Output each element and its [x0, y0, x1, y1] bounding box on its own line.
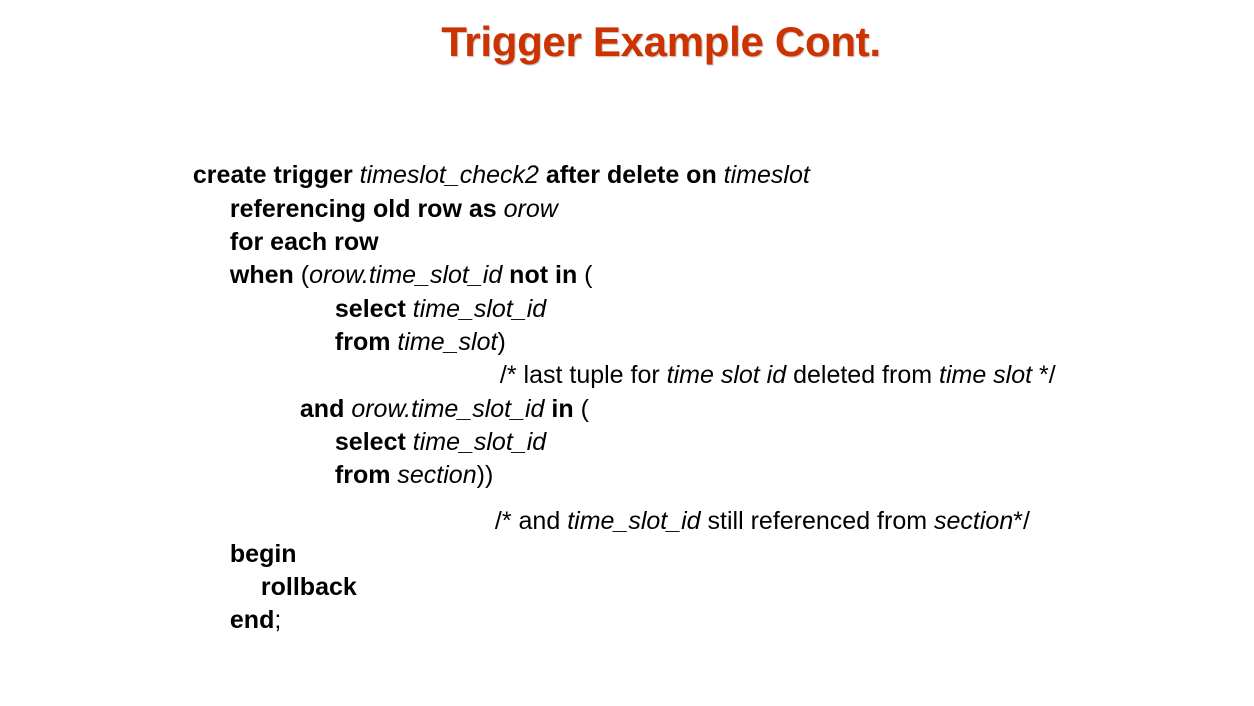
punctuation: ( [580, 395, 589, 423]
code-line-create-trigger: create trigger timeslot_check2 after del… [179, 127, 810, 189]
comment-text: still referenced from [700, 507, 935, 535]
keyword: from [334, 461, 398, 489]
identifier: timeslot [723, 161, 810, 189]
slide-title: Trigger Example Cont. [441, 18, 881, 65]
punctuation: ( [584, 261, 593, 289]
identifier: section [934, 507, 1014, 535]
punctuation: ( [300, 261, 310, 289]
code-line-for-each-row: for each row [216, 194, 379, 256]
code-line-when: when (orow.time_slot_id not in ( [216, 227, 593, 289]
identifier: time slot id [666, 361, 787, 389]
keyword: when [229, 261, 301, 289]
code-comment-1: /* last tuple for time slot id deleted f… [486, 327, 1056, 389]
punctuation: ; [274, 606, 282, 634]
identifier: orow [503, 195, 558, 223]
code-line-and: and orow.time_slot_id in ( [286, 361, 589, 423]
code-line-referencing: referencing old row as orow [216, 161, 558, 223]
comment-text: /* and [494, 507, 568, 535]
code-line-from-2: from section)) [321, 427, 493, 489]
identifier: time_slot_id [567, 507, 701, 535]
code-line-end: end; [216, 572, 281, 634]
keyword: end [229, 606, 275, 634]
code-line-rollback: rollback [247, 539, 357, 601]
identifier: time_slot [397, 328, 498, 356]
code-comment-2: /* and time_slot_id still referenced fro… [481, 473, 1030, 535]
identifier: section [397, 461, 477, 489]
code-line-begin: begin [216, 506, 297, 568]
keyword: from [334, 328, 398, 356]
comment-text: deleted from [786, 361, 939, 389]
code-line-from-1: from time_slot) [321, 294, 506, 356]
comment-text: */ [1013, 507, 1030, 535]
identifier: time slot [939, 361, 1033, 389]
code-line-select-2: select time_slot_id [321, 394, 546, 456]
code-line-select-1: select time_slot_id [321, 261, 546, 323]
comment-text: */ [1032, 361, 1056, 389]
keyword: after delete on [538, 161, 724, 189]
keyword: in [544, 395, 581, 423]
